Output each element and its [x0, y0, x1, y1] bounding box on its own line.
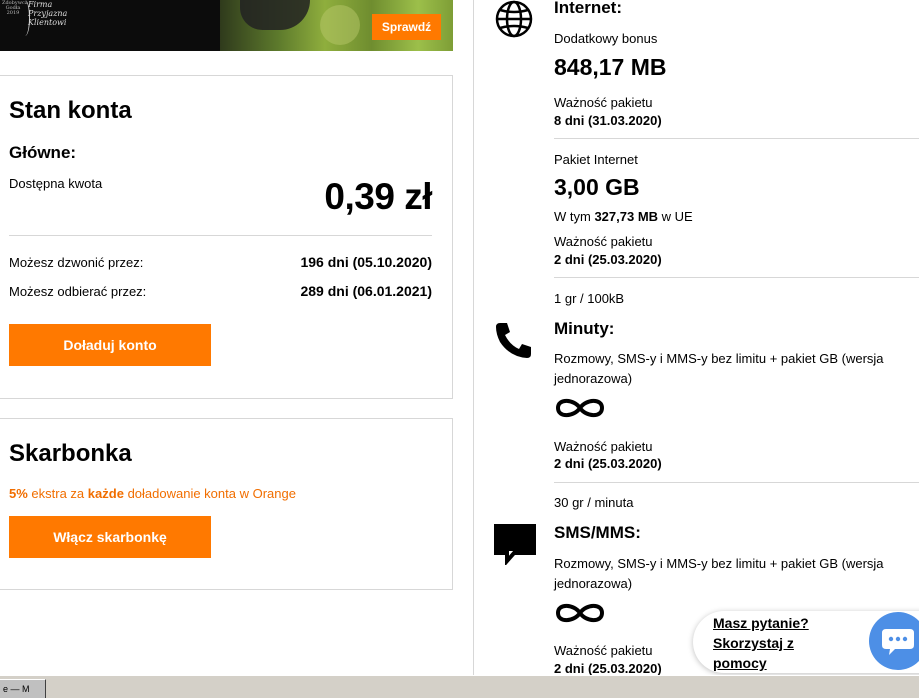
- internet-package-label: Pakiet Internet: [554, 152, 638, 167]
- account-title: Stan konta: [9, 97, 132, 124]
- package-validity-value: 2 dni (25.03.2020): [554, 252, 662, 267]
- minutes-description: Rozmowy, SMS-y i MMS-y bez limitu + paki…: [554, 351, 884, 386]
- infinity-icon: [555, 603, 605, 623]
- minutes-validity-value: 2 dni (25.03.2020): [554, 456, 662, 471]
- promo-bold: każde: [87, 486, 124, 501]
- internet-package-value: 3,00 GB: [554, 174, 640, 200]
- chat-icon: [882, 629, 914, 655]
- promo-percent: 5%: [9, 486, 28, 501]
- main-balance-heading: Główne:: [9, 143, 77, 162]
- photo-shape: [320, 5, 360, 45]
- check-button[interactable]: Sprawdź: [372, 14, 441, 40]
- eu-suffix: w UE: [661, 209, 693, 224]
- balance-amount: 0,39 zł: [324, 176, 432, 217]
- minutes-title: Minuty:: [554, 319, 615, 338]
- infinity-icon: [555, 398, 605, 418]
- divider: [554, 138, 919, 139]
- banner-award-area: Zdobywca Godła 2019 Firma Przyjazna Klie…: [0, 0, 220, 51]
- package-validity-label: Ważność pakietu: [554, 234, 653, 249]
- taskbar: e — M: [0, 675, 919, 698]
- piggybank-promo-text: 5% ekstra za każde doładowanie konta w O…: [9, 486, 296, 501]
- eu-value: 327,73 MB: [594, 209, 659, 224]
- minutes-rate: 30 gr / minuta: [554, 495, 634, 510]
- help-link[interactable]: Masz pytanie? Skorzystaj z pomocy: [713, 613, 833, 673]
- eu-prefix: W tym: [554, 209, 591, 224]
- piggybank-title: Skarbonka: [9, 440, 132, 467]
- receive-until-value: 289 dni (06.01.2021): [300, 283, 432, 299]
- help-line-1: Masz pytanie?: [713, 615, 809, 631]
- minutes-validity-label: Ważność pakietu: [554, 439, 653, 454]
- bonus-validity-value: 8 dni (31.03.2020): [554, 113, 662, 128]
- help-line-2: Skorzystaj z: [713, 635, 794, 651]
- bonus-value: 848,17 MB: [554, 54, 667, 80]
- bonus-validity-label: Ważność pakietu: [554, 95, 653, 110]
- receive-until-label: Możesz odbierać przez:: [9, 284, 147, 299]
- sms-validity-label: Ważność pakietu: [554, 643, 653, 658]
- sms-description: Rozmowy, SMS-y i MMS-y bez limitu + paki…: [554, 556, 884, 591]
- phone-icon: [496, 323, 531, 358]
- message-icon: [494, 524, 536, 565]
- internet-title: Internet:: [554, 0, 622, 17]
- top-up-button[interactable]: Doładuj konto: [9, 324, 211, 366]
- internet-rate: 1 gr / 100kB: [554, 291, 625, 306]
- enable-piggybank-button[interactable]: Włącz skarbonkę: [9, 516, 211, 558]
- help-line-3: pomocy: [713, 655, 767, 671]
- call-until-label: Możesz dzwonić przez:: [9, 255, 144, 270]
- sms-validity-value: 2 dni (25.03.2020): [554, 661, 662, 676]
- eu-data-line: W tym 327,73 MB w UE: [554, 209, 693, 224]
- promo-end: doładowanie konta w Orange: [127, 486, 296, 501]
- divider: [554, 482, 919, 483]
- bonus-label: Dodatkowy bonus: [554, 31, 658, 46]
- sms-title: SMS/MMS:: [554, 523, 641, 542]
- promo-mid: ekstra za: [31, 486, 85, 501]
- divider: [9, 235, 432, 236]
- award-logo-text: Firma Przyjazna Klientowi: [28, 0, 68, 27]
- globe-icon: [495, 0, 533, 38]
- photo-shape: [240, 0, 310, 30]
- taskbar-item[interactable]: e — M: [0, 679, 46, 698]
- column-divider: [473, 0, 474, 675]
- chat-button[interactable]: [869, 612, 919, 670]
- promo-banner[interactable]: Zdobywca Godła 2019 Firma Przyjazna Klie…: [0, 0, 453, 51]
- divider: [554, 277, 919, 278]
- call-until-value: 196 dni (05.10.2020): [300, 254, 432, 270]
- available-amount-label: Dostępna kwota: [9, 176, 103, 191]
